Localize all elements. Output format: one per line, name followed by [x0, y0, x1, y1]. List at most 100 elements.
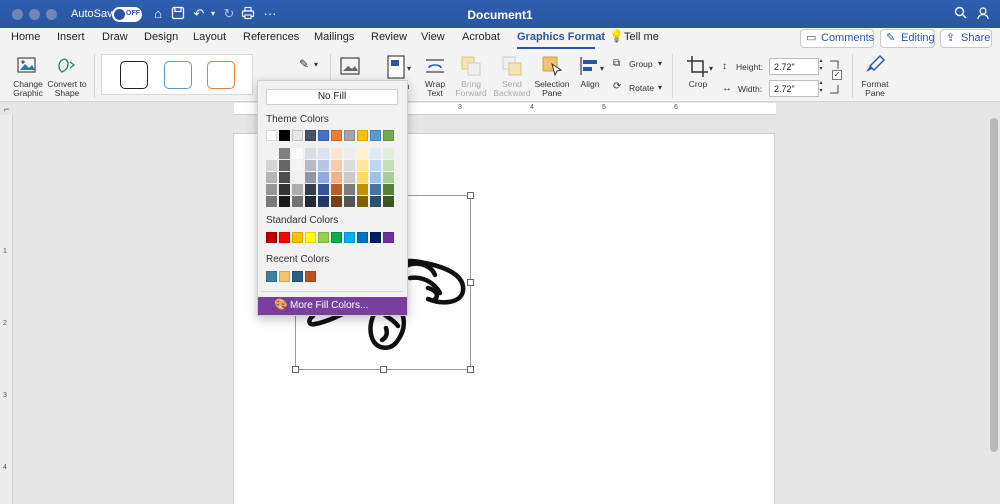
- standard-color-swatch[interactable]: [383, 232, 394, 243]
- tab-home[interactable]: Home: [11, 31, 40, 43]
- close-window-button[interactable]: [12, 9, 23, 20]
- standard-color-swatch[interactable]: [279, 232, 290, 243]
- theme-shade-swatch[interactable]: [344, 172, 355, 183]
- tab-insert[interactable]: Insert: [57, 31, 85, 43]
- theme-color-swatch[interactable]: [383, 130, 394, 141]
- format-pane-button[interactable]: Format Pane: [858, 54, 892, 98]
- width-stepper-up[interactable]: ▴: [817, 80, 825, 87]
- width-stepper-down[interactable]: ▾: [817, 88, 825, 95]
- account-icon[interactable]: [976, 6, 992, 22]
- width-input[interactable]: [769, 80, 819, 97]
- autosave-toggle[interactable]: OFF: [112, 7, 142, 22]
- theme-shade-swatch[interactable]: [279, 160, 290, 171]
- theme-color-swatch[interactable]: [318, 130, 329, 141]
- tab-acrobat[interactable]: Acrobat: [462, 31, 500, 43]
- change-graphic-button[interactable]: Change Graphic: [8, 54, 48, 98]
- theme-color-swatch[interactable]: [344, 130, 355, 141]
- theme-shade-swatch[interactable]: [318, 160, 329, 171]
- minimize-window-button[interactable]: [29, 9, 40, 20]
- tab-graphics-format[interactable]: Graphics Format: [517, 31, 605, 43]
- theme-shade-swatch[interactable]: [383, 196, 394, 207]
- search-icon[interactable]: [952, 6, 968, 22]
- theme-shade-swatch[interactable]: [344, 184, 355, 195]
- theme-shade-swatch[interactable]: [383, 184, 394, 195]
- theme-shade-swatch[interactable]: [266, 172, 277, 183]
- theme-color-swatch[interactable]: [266, 130, 277, 141]
- tab-layout[interactable]: Layout: [193, 31, 226, 43]
- undo-dropdown-icon[interactable]: ▾: [205, 6, 221, 22]
- shape-outline-icon[interactable]: ✎: [299, 57, 309, 71]
- height-stepper-up[interactable]: ▴: [817, 58, 825, 65]
- recent-color-swatch[interactable]: [266, 271, 277, 282]
- theme-shade-swatch[interactable]: [292, 148, 303, 159]
- tell-me-search[interactable]: Tell me: [624, 31, 659, 43]
- theme-color-swatch[interactable]: [279, 130, 290, 141]
- theme-color-swatch[interactable]: [331, 130, 342, 141]
- print-icon[interactable]: [240, 6, 256, 22]
- lock-aspect-ratio-checkbox[interactable]: ✓: [832, 70, 842, 80]
- theme-shade-swatch[interactable]: [370, 196, 381, 207]
- theme-shade-swatch[interactable]: [292, 172, 303, 183]
- standard-color-swatch[interactable]: [305, 232, 316, 243]
- send-backward-button[interactable]: Send Backward: [491, 54, 533, 98]
- theme-shade-swatch[interactable]: [305, 184, 316, 195]
- theme-shade-swatch[interactable]: [279, 172, 290, 183]
- bring-forward-button[interactable]: Bring Forward: [452, 54, 490, 98]
- standard-color-swatch[interactable]: [318, 232, 329, 243]
- resize-handle[interactable]: [467, 192, 474, 199]
- theme-shade-swatch[interactable]: [370, 172, 381, 183]
- height-stepper-down[interactable]: ▾: [817, 66, 825, 73]
- theme-shade-swatch[interactable]: [370, 148, 381, 159]
- theme-shade-swatch[interactable]: [383, 148, 394, 159]
- theme-shade-swatch[interactable]: [279, 184, 290, 195]
- theme-shade-swatch[interactable]: [331, 160, 342, 171]
- theme-shade-swatch[interactable]: [331, 196, 342, 207]
- tab-review[interactable]: Review: [371, 31, 407, 43]
- zoom-window-button[interactable]: [46, 9, 57, 20]
- selection-pane-button[interactable]: Selection Pane: [533, 54, 571, 98]
- standard-color-swatch[interactable]: [331, 232, 342, 243]
- theme-shade-swatch[interactable]: [305, 172, 316, 183]
- theme-shade-swatch[interactable]: [292, 160, 303, 171]
- align-dropdown-icon[interactable]: ▾: [600, 64, 604, 73]
- theme-shade-swatch[interactable]: [305, 196, 316, 207]
- theme-shade-swatch[interactable]: [357, 148, 368, 159]
- wrap-text-button[interactable]: Wrap Text: [420, 54, 450, 98]
- theme-shade-swatch[interactable]: [318, 184, 329, 195]
- home-icon[interactable]: ⌂: [150, 6, 166, 22]
- theme-shade-swatch[interactable]: [370, 160, 381, 171]
- theme-shade-swatch[interactable]: [357, 196, 368, 207]
- theme-shade-swatch[interactable]: [357, 160, 368, 171]
- theme-shade-swatch[interactable]: [357, 184, 368, 195]
- theme-color-swatch[interactable]: [357, 130, 368, 141]
- vertical-scrollbar[interactable]: [990, 118, 998, 452]
- theme-shade-swatch[interactable]: [331, 172, 342, 183]
- no-fill-option[interactable]: No Fill: [266, 89, 398, 105]
- standard-color-swatch[interactable]: [370, 232, 381, 243]
- tab-design[interactable]: Design: [144, 31, 178, 43]
- theme-shade-swatch[interactable]: [279, 148, 290, 159]
- style-thumb-orange[interactable]: [207, 61, 235, 89]
- share-button[interactable]: ⇪ Share: [940, 29, 992, 48]
- resize-handle[interactable]: [467, 366, 474, 373]
- theme-shade-swatch[interactable]: [305, 160, 316, 171]
- theme-shade-swatch[interactable]: [318, 172, 329, 183]
- theme-shade-swatch[interactable]: [344, 148, 355, 159]
- resize-handle[interactable]: [292, 366, 299, 373]
- theme-color-swatch[interactable]: [292, 130, 303, 141]
- height-input[interactable]: [769, 58, 819, 75]
- theme-shade-swatch[interactable]: [370, 184, 381, 195]
- recent-color-swatch[interactable]: [305, 271, 316, 282]
- theme-shade-swatch[interactable]: [292, 196, 303, 207]
- theme-shade-swatch[interactable]: [318, 148, 329, 159]
- theme-shade-swatch[interactable]: [266, 160, 277, 171]
- resize-handle[interactable]: [380, 366, 387, 373]
- style-thumb-blue[interactable]: [164, 61, 192, 89]
- save-icon[interactable]: [170, 6, 186, 22]
- theme-shade-swatch[interactable]: [331, 148, 342, 159]
- comments-button[interactable]: ▭ Comments: [800, 29, 874, 48]
- theme-shade-swatch[interactable]: [357, 172, 368, 183]
- theme-shade-swatch[interactable]: [292, 184, 303, 195]
- theme-shade-swatch[interactable]: [266, 184, 277, 195]
- theme-shade-swatch[interactable]: [266, 196, 277, 207]
